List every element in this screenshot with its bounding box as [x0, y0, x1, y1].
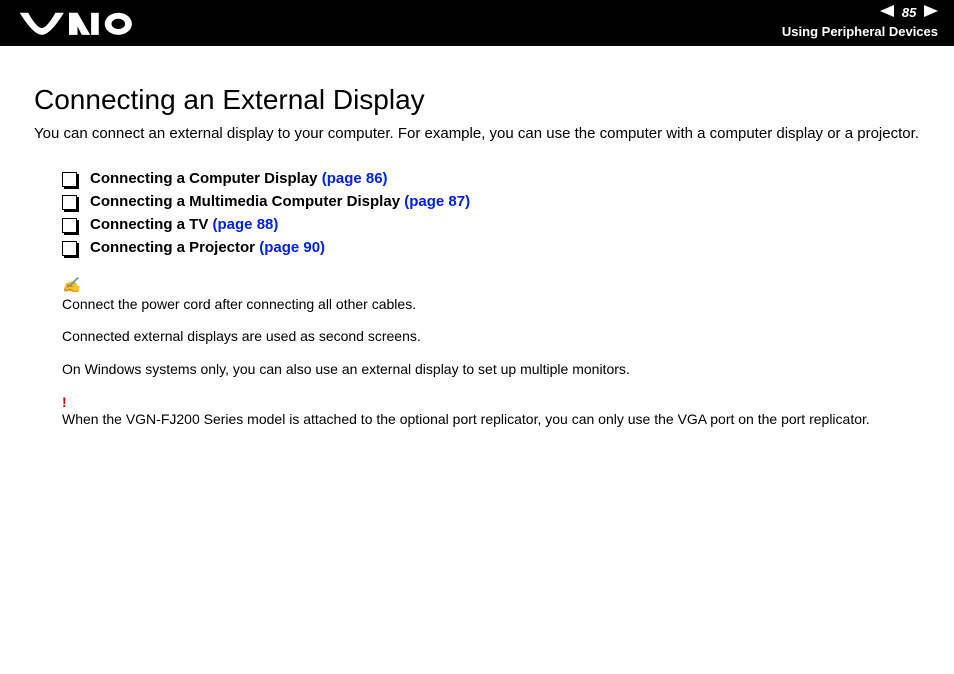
- intro-text: You can connect an external display to y…: [34, 124, 920, 144]
- bullet-box-icon: [62, 195, 77, 210]
- toc-page-ref[interactable]: (page 90): [259, 239, 325, 256]
- page-title: Connecting an External Display: [34, 84, 920, 116]
- notes-block: ✍ Connect the power cord after connectin…: [62, 276, 920, 429]
- section-title: Using Peripheral Devices: [782, 24, 938, 39]
- page-navigation: 85: [880, 4, 938, 20]
- page-content: Connecting an External Display You can c…: [0, 46, 954, 429]
- prev-page-arrow-icon[interactable]: [880, 5, 894, 20]
- header-bar: 85 Using Peripheral Devices: [0, 0, 954, 46]
- toc-page-ref[interactable]: (page 86): [322, 170, 388, 187]
- toc-item[interactable]: Connecting a TV (page 88): [62, 216, 920, 233]
- next-page-arrow-icon[interactable]: [924, 5, 938, 20]
- toc-list: Connecting a Computer Display (page 86) …: [62, 170, 920, 256]
- bullet-box-icon: [62, 241, 77, 256]
- toc-label: Connecting a TV: [90, 216, 208, 233]
- toc-label: Connecting a Multimedia Computer Display: [90, 193, 400, 210]
- note-icon: ✍: [62, 276, 920, 296]
- page-number: 85: [902, 5, 916, 20]
- vaio-logo: [18, 6, 154, 40]
- bullet-box-icon: [62, 218, 77, 233]
- warning-text: When the VGN-FJ200 Series model is attac…: [62, 410, 920, 429]
- toc-page-ref[interactable]: (page 88): [213, 216, 279, 233]
- toc-item[interactable]: Connecting a Multimedia Computer Display…: [62, 193, 920, 210]
- toc-page-ref[interactable]: (page 87): [404, 193, 470, 210]
- toc-label: Connecting a Projector: [90, 239, 255, 256]
- note-text: Connect the power cord after connecting …: [62, 295, 920, 314]
- toc-label: Connecting a Computer Display: [90, 170, 318, 187]
- toc-item[interactable]: Connecting a Computer Display (page 86): [62, 170, 920, 187]
- note-text: Connected external displays are used as …: [62, 327, 920, 346]
- note-text: On Windows systems only, you can also us…: [62, 360, 920, 379]
- bullet-box-icon: [62, 172, 77, 187]
- toc-item[interactable]: Connecting a Projector (page 90): [62, 239, 920, 256]
